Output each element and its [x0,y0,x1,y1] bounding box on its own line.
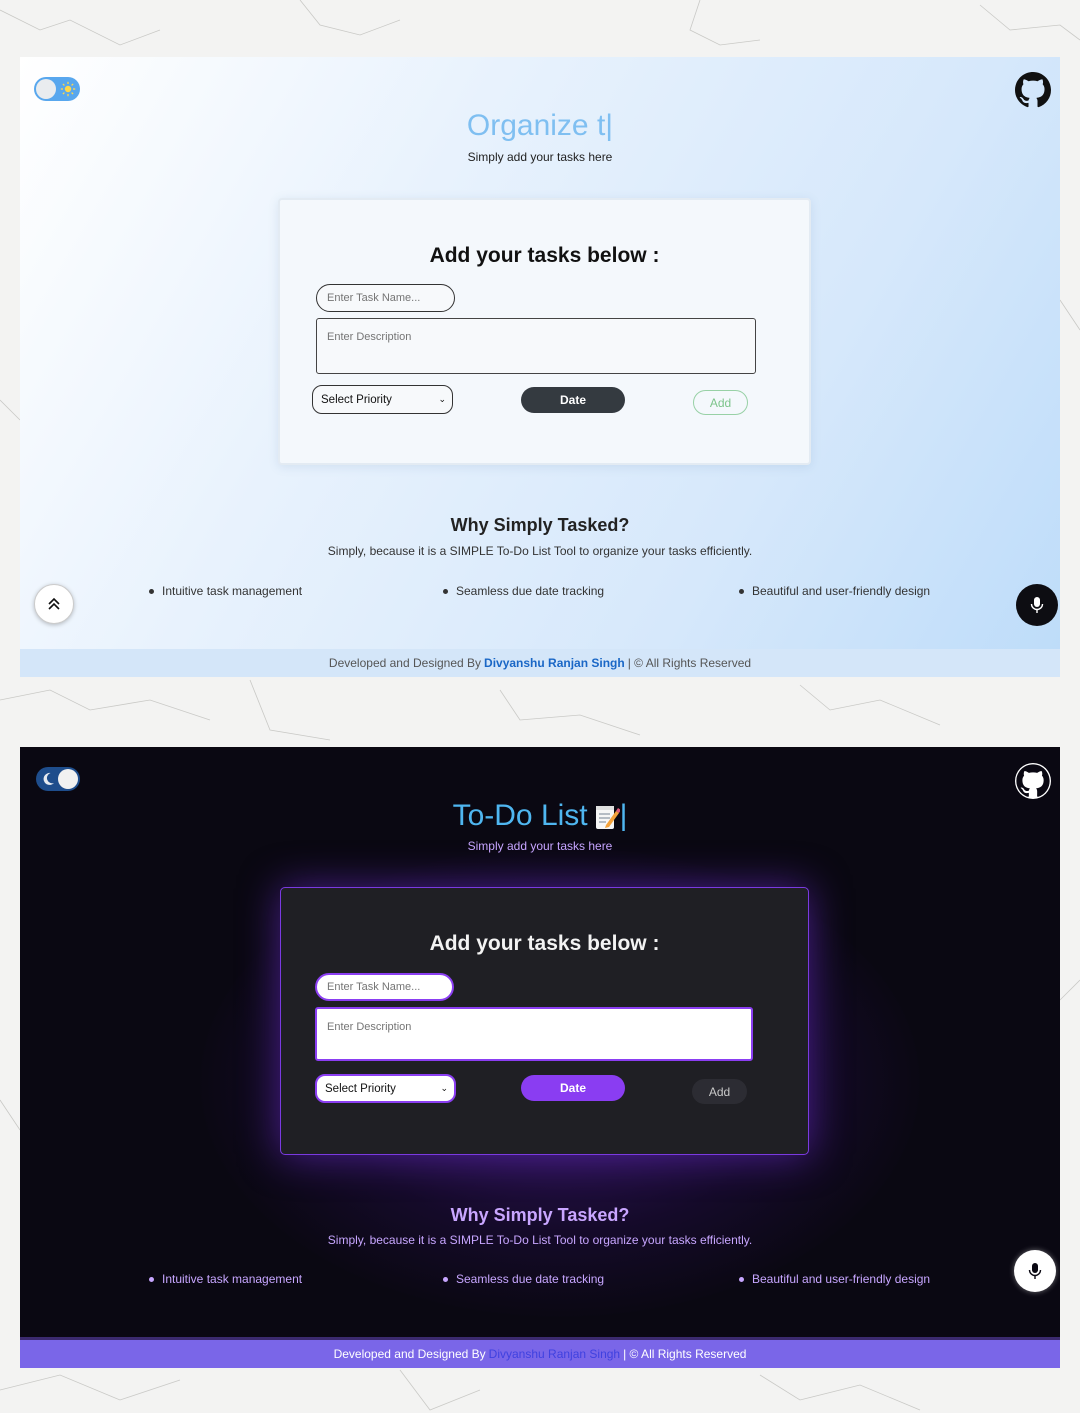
task-name-input[interactable] [316,284,455,312]
footer: Developed and Designed By Divyanshu Ranj… [20,1340,1060,1368]
author-link[interactable]: Divyanshu Ranjan Singh [484,656,625,670]
why-heading: Why Simply Tasked? [450,515,630,535]
theme-toggle[interactable] [36,767,80,791]
date-button[interactable]: Date [521,1075,625,1101]
hero-subtitle: Simply add your tasks here [467,839,613,853]
bullet-icon [739,589,744,595]
toggle-knob [36,79,56,99]
why-heading: Why Simply Tasked? [450,1205,630,1225]
priority-selected-value: Select Priority [325,1082,396,1095]
add-button[interactable]: Add [692,1079,747,1104]
description-input[interactable] [316,318,756,374]
theme-toggle[interactable] [34,77,80,101]
feature-item: Beautiful and user-friendly design [739,1272,930,1286]
bullet-icon [443,1277,448,1283]
feature-label: Seamless due date tracking [456,584,605,598]
priority-selected-value: Select Priority [321,393,392,406]
typing-cursor: | [619,799,628,832]
hero-title-text: To-Do List [452,799,588,832]
hero-subtitle: Simply add your tasks here [467,150,613,164]
feature-label: Seamless due date tracking [456,1272,605,1286]
why-description: Simply, because it is a SIMPLE To-Do Lis… [327,544,753,558]
toggle-knob [58,769,78,789]
chevron-down-icon: ⌄ [440,1083,448,1093]
github-icon[interactable] [1015,72,1051,108]
card-title: Add your tasks below : [429,932,660,955]
microphone-icon [1028,1263,1042,1279]
feature-item: Intuitive task management [149,1272,302,1286]
footer-prefix: Developed and Designed By [333,1347,486,1361]
task-form-card: Add your tasks below : Select Priority ⌄… [278,198,811,465]
why-description: Simply, because it is a SIMPLE To-Do Lis… [327,1233,753,1247]
feature-item: Beautiful and user-friendly design [739,584,930,598]
card-title: Add your tasks below : [429,244,660,267]
date-button[interactable]: Date [521,387,625,413]
chevron-double-up-icon [48,597,60,610]
priority-select[interactable]: Select Priority ⌄ [312,385,453,414]
light-theme-screenshot: Organize t| Simply add your tasks here A… [20,57,1060,677]
feature-item: Seamless due date tracking [443,584,604,598]
scroll-to-top-button[interactable] [34,584,74,624]
memo-icon [595,806,620,830]
bullet-icon [443,589,448,595]
sun-icon [60,81,76,97]
bullet-icon [149,1277,154,1283]
add-button[interactable]: Add [693,390,748,415]
feature-label: Beautiful and user-friendly design [752,584,931,598]
author-link[interactable]: Divyanshu Ranjan Singh [489,1347,620,1361]
footer-copyright: | © All Rights Reserved [623,1347,747,1361]
moon-icon [43,772,54,785]
dark-theme-screenshot: To-Do List | Simply add your tasks here … [20,747,1060,1368]
bullet-icon [739,1277,744,1283]
github-icon[interactable] [1015,763,1051,799]
chevron-down-icon: ⌄ [438,394,446,404]
description-input[interactable] [315,1007,753,1061]
footer-prefix: Developed and Designed By [328,656,482,670]
task-form-card: Add your tasks below : Select Priority ⌄… [280,887,809,1155]
bullet-icon [149,589,154,595]
feature-label: Intuitive task management [162,1272,303,1286]
priority-select[interactable]: Select Priority ⌄ [315,1074,456,1103]
footer: Developed and Designed By Divyanshu Ranj… [20,649,1060,677]
hero-title: To-Do List | [20,799,1060,833]
footer-copyright: | © All Rights Reserved [627,656,752,670]
task-name-input[interactable] [315,973,454,1001]
voice-input-button[interactable] [1014,1250,1056,1292]
voice-input-button[interactable] [1016,584,1058,626]
feature-item: Intuitive task management [149,584,302,598]
feature-item: Seamless due date tracking [443,1272,604,1286]
feature-label: Beautiful and user-friendly design [752,1272,931,1286]
microphone-icon [1030,597,1044,613]
feature-label: Intuitive task management [162,584,303,598]
hero-title: Organize t| [466,109,614,142]
